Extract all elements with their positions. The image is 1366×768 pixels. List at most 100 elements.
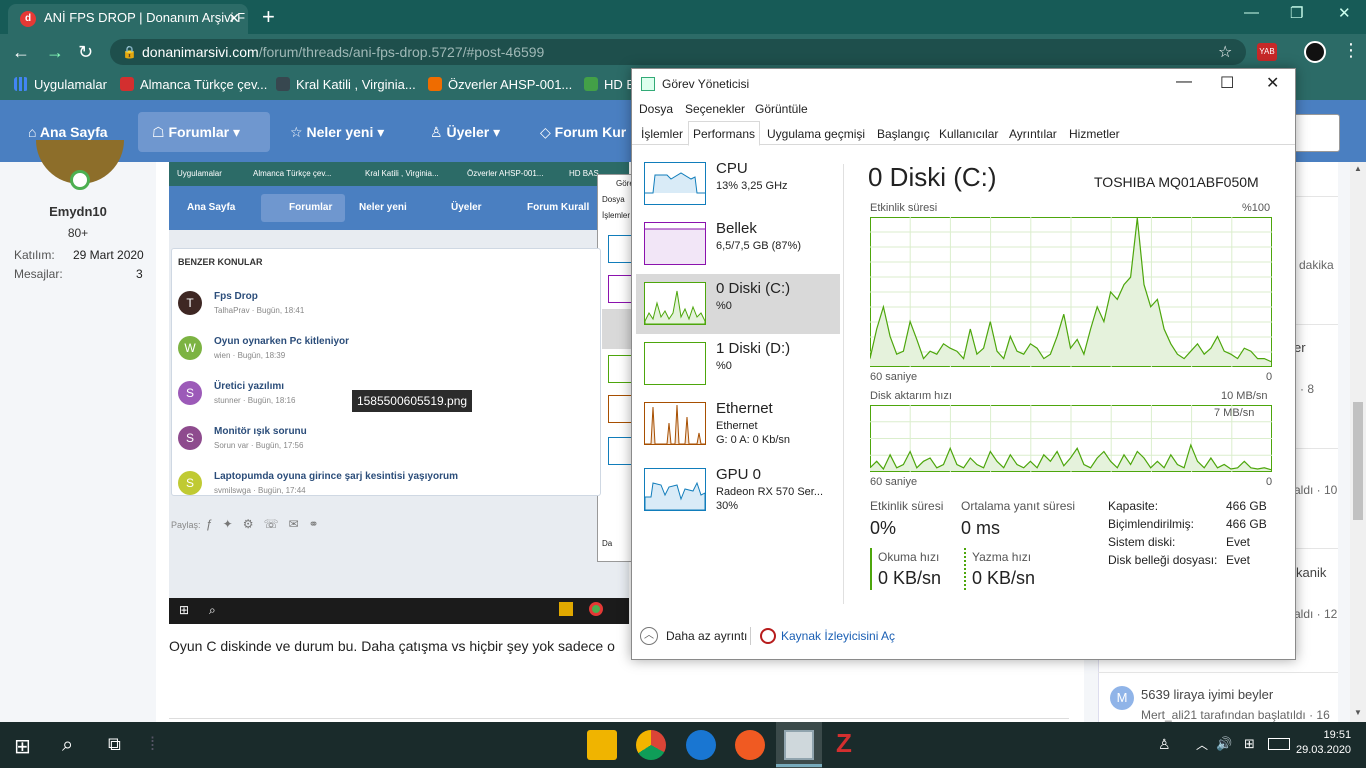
nav-forums[interactable]: ☖ Forumlar ▾ xyxy=(138,112,270,152)
menu-view[interactable]: Görüntüle xyxy=(755,102,808,116)
tab-users[interactable]: Kullanıcılar xyxy=(934,121,1003,145)
tab-startup[interactable]: Başlangıç xyxy=(872,121,935,145)
clock-time: 19:51 xyxy=(1323,729,1352,741)
keyboard-icon[interactable] xyxy=(1268,738,1290,750)
sidebar-item-disk1[interactable]: 1 Diski (D:) %0 xyxy=(636,334,840,394)
transfer-x-right: 0 xyxy=(1266,476,1273,488)
thread-title[interactable]: 5639 liraya iyimi beyler xyxy=(1141,687,1273,702)
sidebar-item-disk0[interactable]: 0 Diski (C:) %0 xyxy=(636,274,840,334)
bookmark-apps[interactable]: Uygulamalar xyxy=(14,77,107,92)
list-item[interactable]: S Monitör ışık sorunu Sorun var · Bugün,… xyxy=(178,420,598,464)
sidebar-item-ethernet[interactable]: Ethernet Ethernet G: 0 A: 0 Kb/sn xyxy=(636,394,840,460)
bookmark-star-icon[interactable]: ☆ xyxy=(1218,42,1232,62)
taskbar-divider: ⁞ xyxy=(150,734,156,754)
embedded-tm-text: Da xyxy=(602,539,613,548)
search-icon[interactable]: ⌕ xyxy=(62,734,73,757)
thread-title[interactable]: Üretici yazılımı xyxy=(214,381,284,392)
browser-close-icon[interactable]: ✕ xyxy=(1338,4,1351,22)
browser-minimize-icon[interactable]: — xyxy=(1244,4,1259,21)
z-app-icon[interactable]: Z xyxy=(836,728,852,759)
list-item[interactable]: W Oyun oynarken Pc kitleniyor wien · Bug… xyxy=(178,330,598,374)
url-path: /forum/threads/ani-fps-drop.5727/#post-4… xyxy=(258,44,545,60)
thread-title[interactable]: Monitör ışık sorunu xyxy=(214,426,307,437)
memory-usage: 6,5/7,5 GB (87%) xyxy=(716,240,801,252)
origin-icon[interactable] xyxy=(735,730,765,760)
tm-titlebar[interactable]: Görev Yöneticisi xyxy=(632,69,1295,99)
nav-whats-new[interactable]: ☆ Neler yeni ▾ xyxy=(276,112,398,152)
ethernet-mini-graph xyxy=(644,402,706,445)
bookmark-item[interactable]: Kral Katili , Virginia... xyxy=(276,77,416,92)
joined-label: Katılım: xyxy=(14,248,55,262)
avatar[interactable]: M xyxy=(1110,686,1134,710)
scroll-up-icon[interactable]: ▲ xyxy=(1354,164,1362,173)
windows-start-icon[interactable]: ⊞ xyxy=(14,734,31,759)
bookmark-item[interactable]: Özverler AHSP-001... xyxy=(428,77,572,92)
gpu-mini-graph xyxy=(644,468,706,511)
thread-title-fragment[interactable]: kanik xyxy=(1296,565,1326,580)
tab-close-icon[interactable]: ✕ xyxy=(228,4,240,32)
system-clock[interactable]: 19:51 29.03.2020 xyxy=(1296,728,1351,758)
task-manager-icon[interactable] xyxy=(784,730,814,760)
open-resource-monitor-link[interactable]: Kaynak İzleyicisini Aç xyxy=(781,629,895,643)
bookmark-label: Almanca Türkçe çev... xyxy=(140,77,268,92)
menu-dots-icon[interactable]: ⋮ xyxy=(1342,40,1360,61)
forward-icon[interactable]: → xyxy=(46,42,64,63)
profile-avatar[interactable] xyxy=(1304,41,1326,63)
reload-icon[interactable]: ↻ xyxy=(78,42,93,63)
bookmark-item[interactable]: Almanca Türkçe çev... xyxy=(120,77,267,92)
nav-label: Üyeler xyxy=(446,124,490,140)
share-icons[interactable]: ƒ✦⚙☏✉⚭ xyxy=(206,517,329,531)
prop-value: Evet xyxy=(1226,553,1251,567)
bookmark-label: Uygulamalar xyxy=(34,77,107,92)
prop-value: 466 GB xyxy=(1226,517,1267,531)
back-icon[interactable]: ← xyxy=(12,42,30,63)
extension-icon[interactable]: YAB xyxy=(1257,43,1277,61)
transfer-chart-label: Disk aktarım hızı xyxy=(870,390,952,402)
people-icon[interactable]: ♙ xyxy=(1158,736,1171,753)
prop-key: Kapasite: xyxy=(1108,499,1159,513)
thread-title[interactable]: Fps Drop xyxy=(214,291,258,302)
browser-tab[interactable]: d ANİ FPS DROP | Donanım Arşivi F ✕ xyxy=(8,4,248,34)
bookmark-item[interactable]: HD B xyxy=(584,77,635,92)
scroll-down-icon[interactable]: ▼ xyxy=(1354,708,1362,717)
tab-details[interactable]: Ayrıntılar xyxy=(1004,121,1062,145)
bookmark-label: Kral Katili , Virginia... xyxy=(296,77,416,92)
browser-maximize-icon[interactable]: ❐ xyxy=(1290,4,1303,22)
disk-model: TOSHIBA MQ01ABF050M xyxy=(1094,174,1259,190)
file-explorer-icon[interactable] xyxy=(587,730,617,760)
fewer-details-link[interactable]: Daha az ayrıntı xyxy=(666,629,747,643)
sidebar-item-cpu[interactable]: CPU 13% 3,25 GHz xyxy=(636,154,840,214)
search-input[interactable] xyxy=(1290,114,1340,152)
avatar: S xyxy=(178,471,202,495)
tray-chevron-icon[interactable]: ︿ xyxy=(1196,736,1208,753)
list-item[interactable]: T Fps Drop TalhaPrav · Bugün, 18:41 xyxy=(178,285,598,329)
maximize-icon[interactable]: ☐ xyxy=(1220,73,1234,93)
tab-processes[interactable]: İşlemler xyxy=(636,121,688,145)
uplay-icon[interactable] xyxy=(686,730,716,760)
sidebar-item-gpu[interactable]: GPU 0 Radeon RX 570 Ser... 30% xyxy=(636,460,840,526)
username[interactable]: Emydn10 xyxy=(0,204,156,219)
tab-performance[interactable]: Performans xyxy=(688,121,761,146)
menu-file[interactable]: Dosya xyxy=(639,102,673,116)
thread-title[interactable]: Oyun oynarken Pc kitleniyor xyxy=(214,336,349,347)
chrome-icon[interactable] xyxy=(636,730,666,760)
tab-app-history[interactable]: Uygulama geçmişi xyxy=(762,121,870,145)
nav-members[interactable]: ♙ Üyeler ▾ xyxy=(416,112,514,152)
thread-title[interactable]: Laptopumda oyuna girince şarj kesintisi … xyxy=(214,471,458,482)
nav-forum-rules[interactable]: ◇ Forum Kur xyxy=(526,112,640,152)
menu-options[interactable]: Seçenekler xyxy=(685,102,745,116)
close-icon[interactable]: ✕ xyxy=(1266,73,1279,93)
sidebar-item-memory[interactable]: Bellek 6,5/7,5 GB (87%) xyxy=(636,214,840,274)
collapse-icon[interactable]: ︿ xyxy=(640,627,658,645)
new-tab-icon[interactable]: + xyxy=(262,4,275,30)
network-icon[interactable]: ⊞ xyxy=(1244,736,1255,752)
read-legend-bar xyxy=(870,548,872,590)
thread-meta-fragment: aldı · 12 xyxy=(1294,607,1338,621)
url-bar[interactable]: 🔒 donanimarsivi.com/forum/threads/ani-fp… xyxy=(110,39,1246,65)
minimize-icon[interactable]: — xyxy=(1176,73,1192,91)
scrollbar-thumb[interactable] xyxy=(1353,402,1363,520)
volume-icon[interactable]: 🔊 xyxy=(1216,736,1232,752)
tab-services[interactable]: Hizmetler xyxy=(1064,121,1125,145)
list-item[interactable]: S Laptopumda oyuna girince şarj kesintis… xyxy=(178,465,598,509)
task-view-icon[interactable]: ⧉ xyxy=(108,734,121,755)
